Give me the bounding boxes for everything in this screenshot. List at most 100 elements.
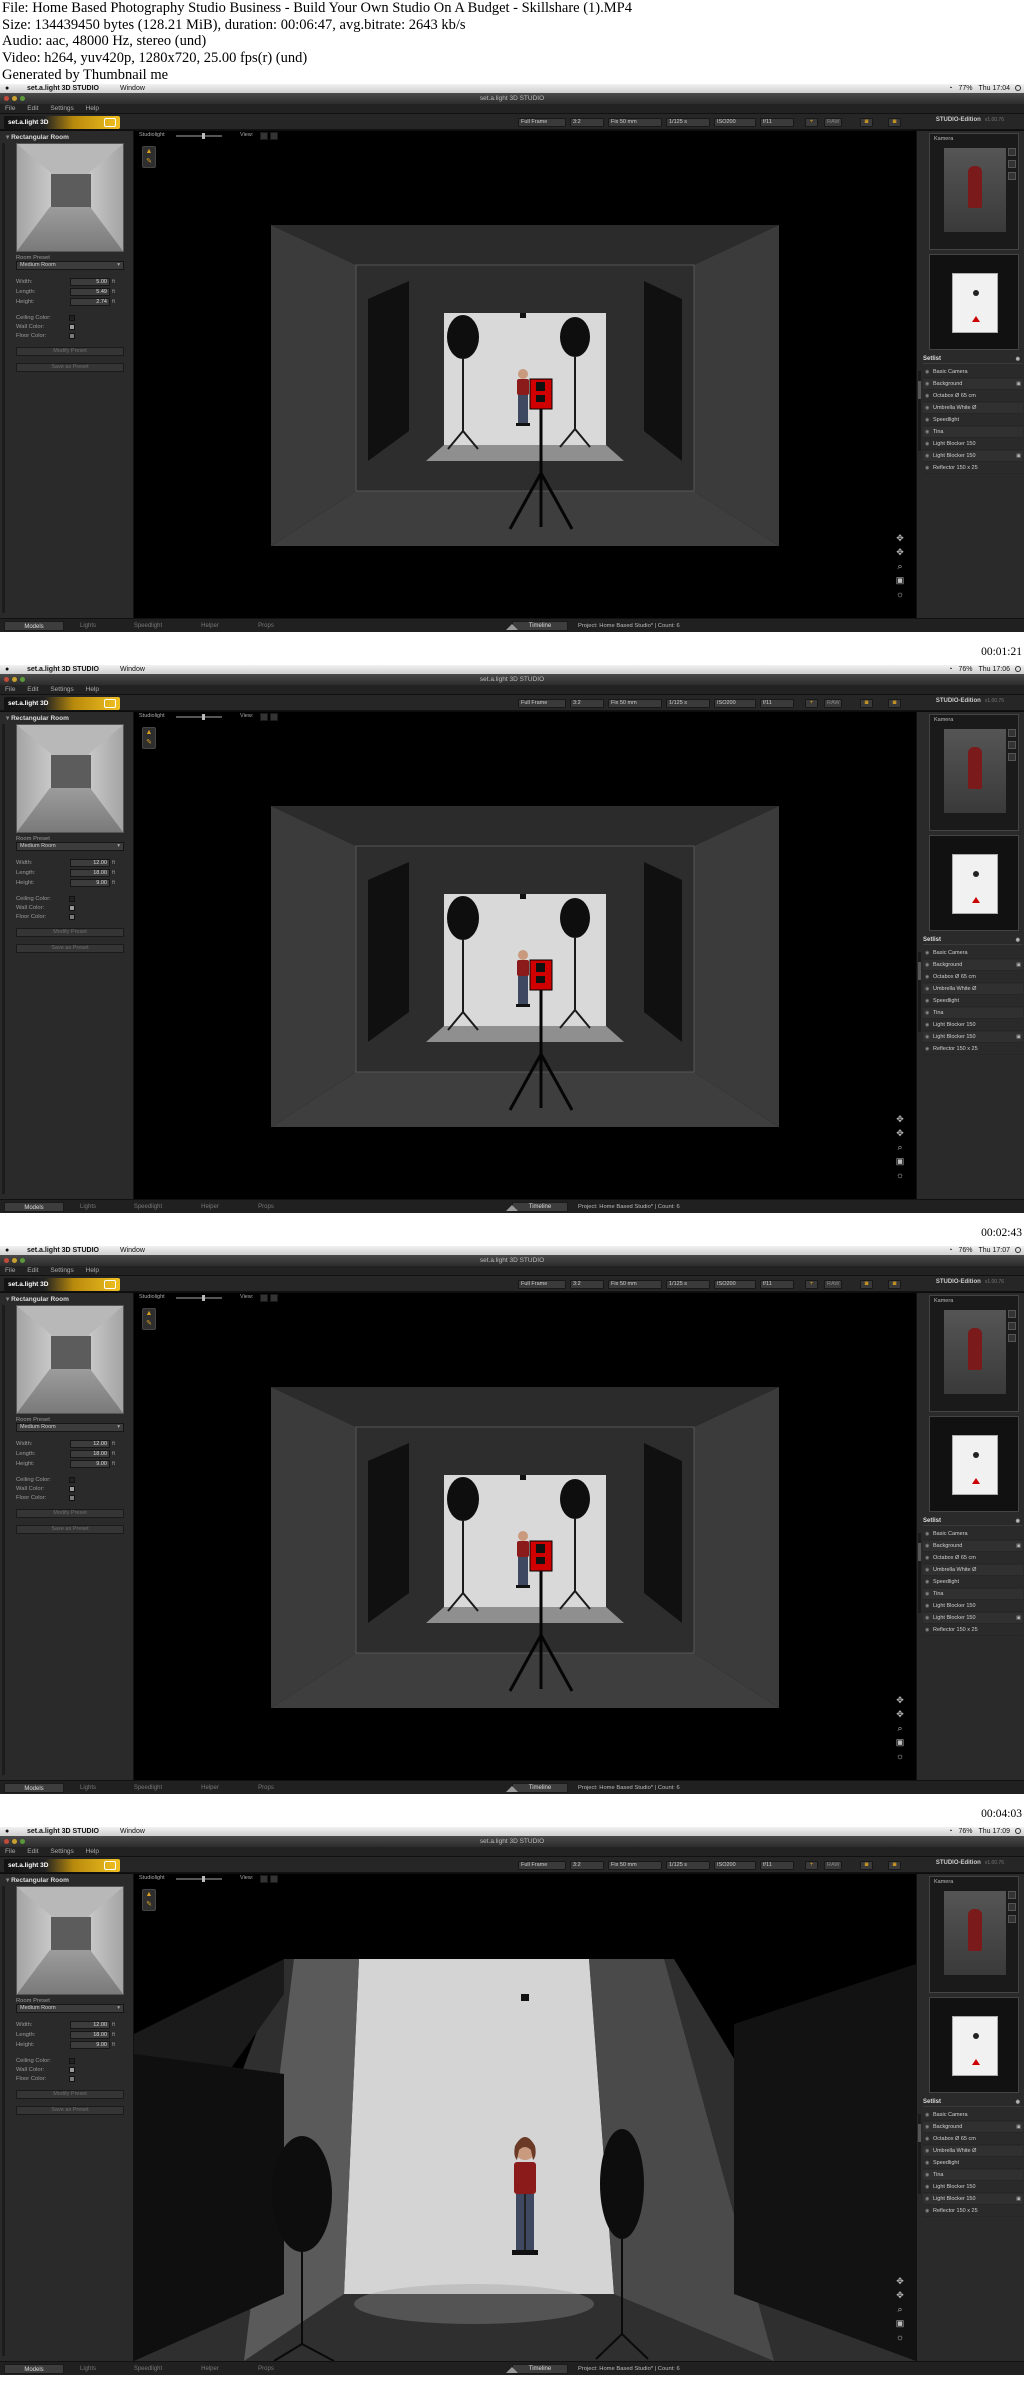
menu-settings[interactable]: Settings xyxy=(45,104,79,114)
clock-label[interactable]: Thu 17:07 xyxy=(978,1246,1010,1255)
room-preset-select[interactable]: Medium Room xyxy=(16,1423,124,1432)
height-input[interactable]: 2.74 xyxy=(70,298,110,306)
setlist-item[interactable]: Light Blocker 150 ▣ xyxy=(923,2194,1023,2205)
floor-color-swatch[interactable] xyxy=(69,333,75,339)
tab-helper[interactable]: Helper xyxy=(180,1783,240,1793)
ratio-select[interactable]: 3:2 xyxy=(570,1861,604,1870)
menu-help[interactable]: Help xyxy=(81,1266,104,1276)
tab-props[interactable]: Props xyxy=(236,1783,296,1793)
studiolight-slider[interactable] xyxy=(176,1295,222,1301)
height-input[interactable]: 9.00 xyxy=(70,2041,110,2049)
app-name-menu[interactable]: set.a.light 3D STUDIO xyxy=(27,1827,99,1836)
aperture-select[interactable]: f/11 xyxy=(760,1861,794,1870)
menu-settings[interactable]: Settings xyxy=(45,1847,79,1857)
setlist-scrollbar[interactable] xyxy=(918,371,921,451)
tab-models[interactable]: Models xyxy=(4,1202,64,1212)
fit-view-icon[interactable]: ▣ xyxy=(894,2316,906,2330)
move-icon[interactable]: ✥ xyxy=(894,2274,906,2288)
capture-camera-icon[interactable]: ◙ xyxy=(860,1861,873,1870)
clock-label[interactable]: Thu 17:04 xyxy=(978,84,1010,93)
lock-icon[interactable]: ▣ xyxy=(1016,1032,1021,1042)
wifi-icon[interactable]: ◔ xyxy=(948,665,952,674)
menu-help[interactable]: Help xyxy=(81,685,104,695)
tool-palette[interactable]: ▲ ✎ xyxy=(142,727,156,749)
tab-helper[interactable]: Helper xyxy=(180,621,240,631)
length-input[interactable]: 18.00 xyxy=(70,2031,110,2039)
save-preset-button[interactable]: Save as Preset xyxy=(16,363,124,372)
studiolight-slider[interactable] xyxy=(176,714,222,720)
view-mode-button[interactable] xyxy=(260,1875,268,1883)
battery-label[interactable]: 76% xyxy=(958,1246,972,1255)
pen-tool-icon[interactable] xyxy=(270,132,278,140)
tab-lights[interactable]: Lights xyxy=(58,2364,118,2374)
window-menu[interactable]: Window xyxy=(120,84,145,93)
menu-edit[interactable]: Edit xyxy=(22,1266,43,1276)
left-panel-scrollbar[interactable] xyxy=(2,724,5,1194)
apple-icon[interactable]: ● xyxy=(5,1827,9,1836)
light-icon[interactable]: ☼ xyxy=(894,2330,906,2344)
setlist-item[interactable]: Light Blocker 150 xyxy=(923,439,1023,450)
ceiling-color-swatch[interactable] xyxy=(69,896,75,902)
left-panel-scrollbar[interactable] xyxy=(2,143,5,613)
add-button[interactable]: + xyxy=(805,118,818,127)
tab-lights[interactable]: Lights xyxy=(58,1202,118,1212)
move-icon[interactable]: ✥ xyxy=(894,531,906,545)
view-mode-button[interactable] xyxy=(260,1294,268,1302)
light-icon[interactable]: ☼ xyxy=(894,587,906,601)
lens-select[interactable]: Fix 50 mm xyxy=(608,1861,662,1870)
setlist-item[interactable]: Octabox Ø 65 cm xyxy=(923,972,1023,983)
save-preset-button[interactable]: Save as Preset xyxy=(16,2106,124,2115)
3d-viewport[interactable]: Studiolight View: ▲ ✎ ✥ ✥ ⌕ ▣ ☼ xyxy=(134,1874,916,2361)
shutter-select[interactable]: 1/125 s xyxy=(666,118,710,127)
minimize-window-button[interactable] xyxy=(12,1258,17,1263)
setlist-item[interactable]: Light Blocker 150 xyxy=(923,2182,1023,2193)
lock-icon[interactable]: ▣ xyxy=(1016,2194,1021,2204)
capture-camera-icon[interactable]: ◙ xyxy=(860,118,873,127)
menu-settings[interactable]: Settings xyxy=(45,1266,79,1276)
modify-preset-button[interactable]: Modify Preset xyxy=(16,347,124,356)
lock-icon[interactable]: ▣ xyxy=(1016,960,1021,970)
top-view-map[interactable] xyxy=(929,254,1019,350)
window-menu[interactable]: Window xyxy=(120,1827,145,1836)
width-input[interactable]: 12.00 xyxy=(70,1440,110,1448)
menu-file[interactable]: File xyxy=(0,1266,20,1276)
room-thumbnail[interactable] xyxy=(16,143,124,252)
setlist-item[interactable]: Umbrella White Ø xyxy=(923,2146,1023,2157)
close-window-button[interactable] xyxy=(4,1258,9,1263)
lock-icon[interactable]: ▣ xyxy=(1016,451,1021,461)
setlist-item[interactable]: Reflector 150 x 25 xyxy=(923,463,1023,474)
menu-file[interactable]: File xyxy=(0,685,20,695)
sensor-select[interactable]: Full Frame xyxy=(518,118,566,127)
setlist-item[interactable]: Tina xyxy=(923,1008,1023,1019)
timeline-button[interactable]: Timeline xyxy=(512,1202,568,1212)
camera-preview[interactable]: Kamera xyxy=(929,1295,1019,1412)
left-panel-scrollbar[interactable] xyxy=(2,1886,5,2356)
room-thumbnail[interactable] xyxy=(16,724,124,833)
menu-file[interactable]: File xyxy=(0,1847,20,1857)
battery-label[interactable]: 77% xyxy=(958,84,972,93)
floor-color-swatch[interactable] xyxy=(69,2076,75,2082)
setlist-item[interactable]: Speedlight xyxy=(923,415,1023,426)
tool-palette[interactable]: ▲ ✎ xyxy=(142,146,156,168)
modify-preset-button[interactable]: Modify Preset xyxy=(16,1509,124,1518)
sensor-select[interactable]: Full Frame xyxy=(518,699,566,708)
tab-props[interactable]: Props xyxy=(236,2364,296,2374)
setlist-scrollbar[interactable] xyxy=(918,952,921,1032)
aperture-select[interactable]: f/11 xyxy=(760,118,794,127)
timeline-button[interactable]: Timeline xyxy=(512,621,568,631)
menu-file[interactable]: File xyxy=(0,104,20,114)
raw-toggle[interactable]: RAW xyxy=(824,118,842,127)
tab-props[interactable]: Props xyxy=(236,621,296,631)
menu-edit[interactable]: Edit xyxy=(22,104,43,114)
zoom-window-button[interactable] xyxy=(20,1258,25,1263)
pan-icon[interactable]: ✥ xyxy=(894,1126,906,1140)
floor-color-swatch[interactable] xyxy=(69,914,75,920)
setlist-item[interactable]: Background ▣ xyxy=(923,960,1023,971)
app-name-menu[interactable]: set.a.light 3D STUDIO xyxy=(27,1246,99,1255)
zoom-icon[interactable]: ⌕ xyxy=(894,559,906,573)
app-name-menu[interactable]: set.a.light 3D STUDIO xyxy=(27,665,99,674)
snapshot-camera-icon[interactable]: ◙ xyxy=(888,1861,901,1870)
menu-help[interactable]: Help xyxy=(81,1847,104,1857)
studio-render[interactable] xyxy=(134,131,916,618)
pan-icon[interactable]: ✥ xyxy=(894,545,906,559)
